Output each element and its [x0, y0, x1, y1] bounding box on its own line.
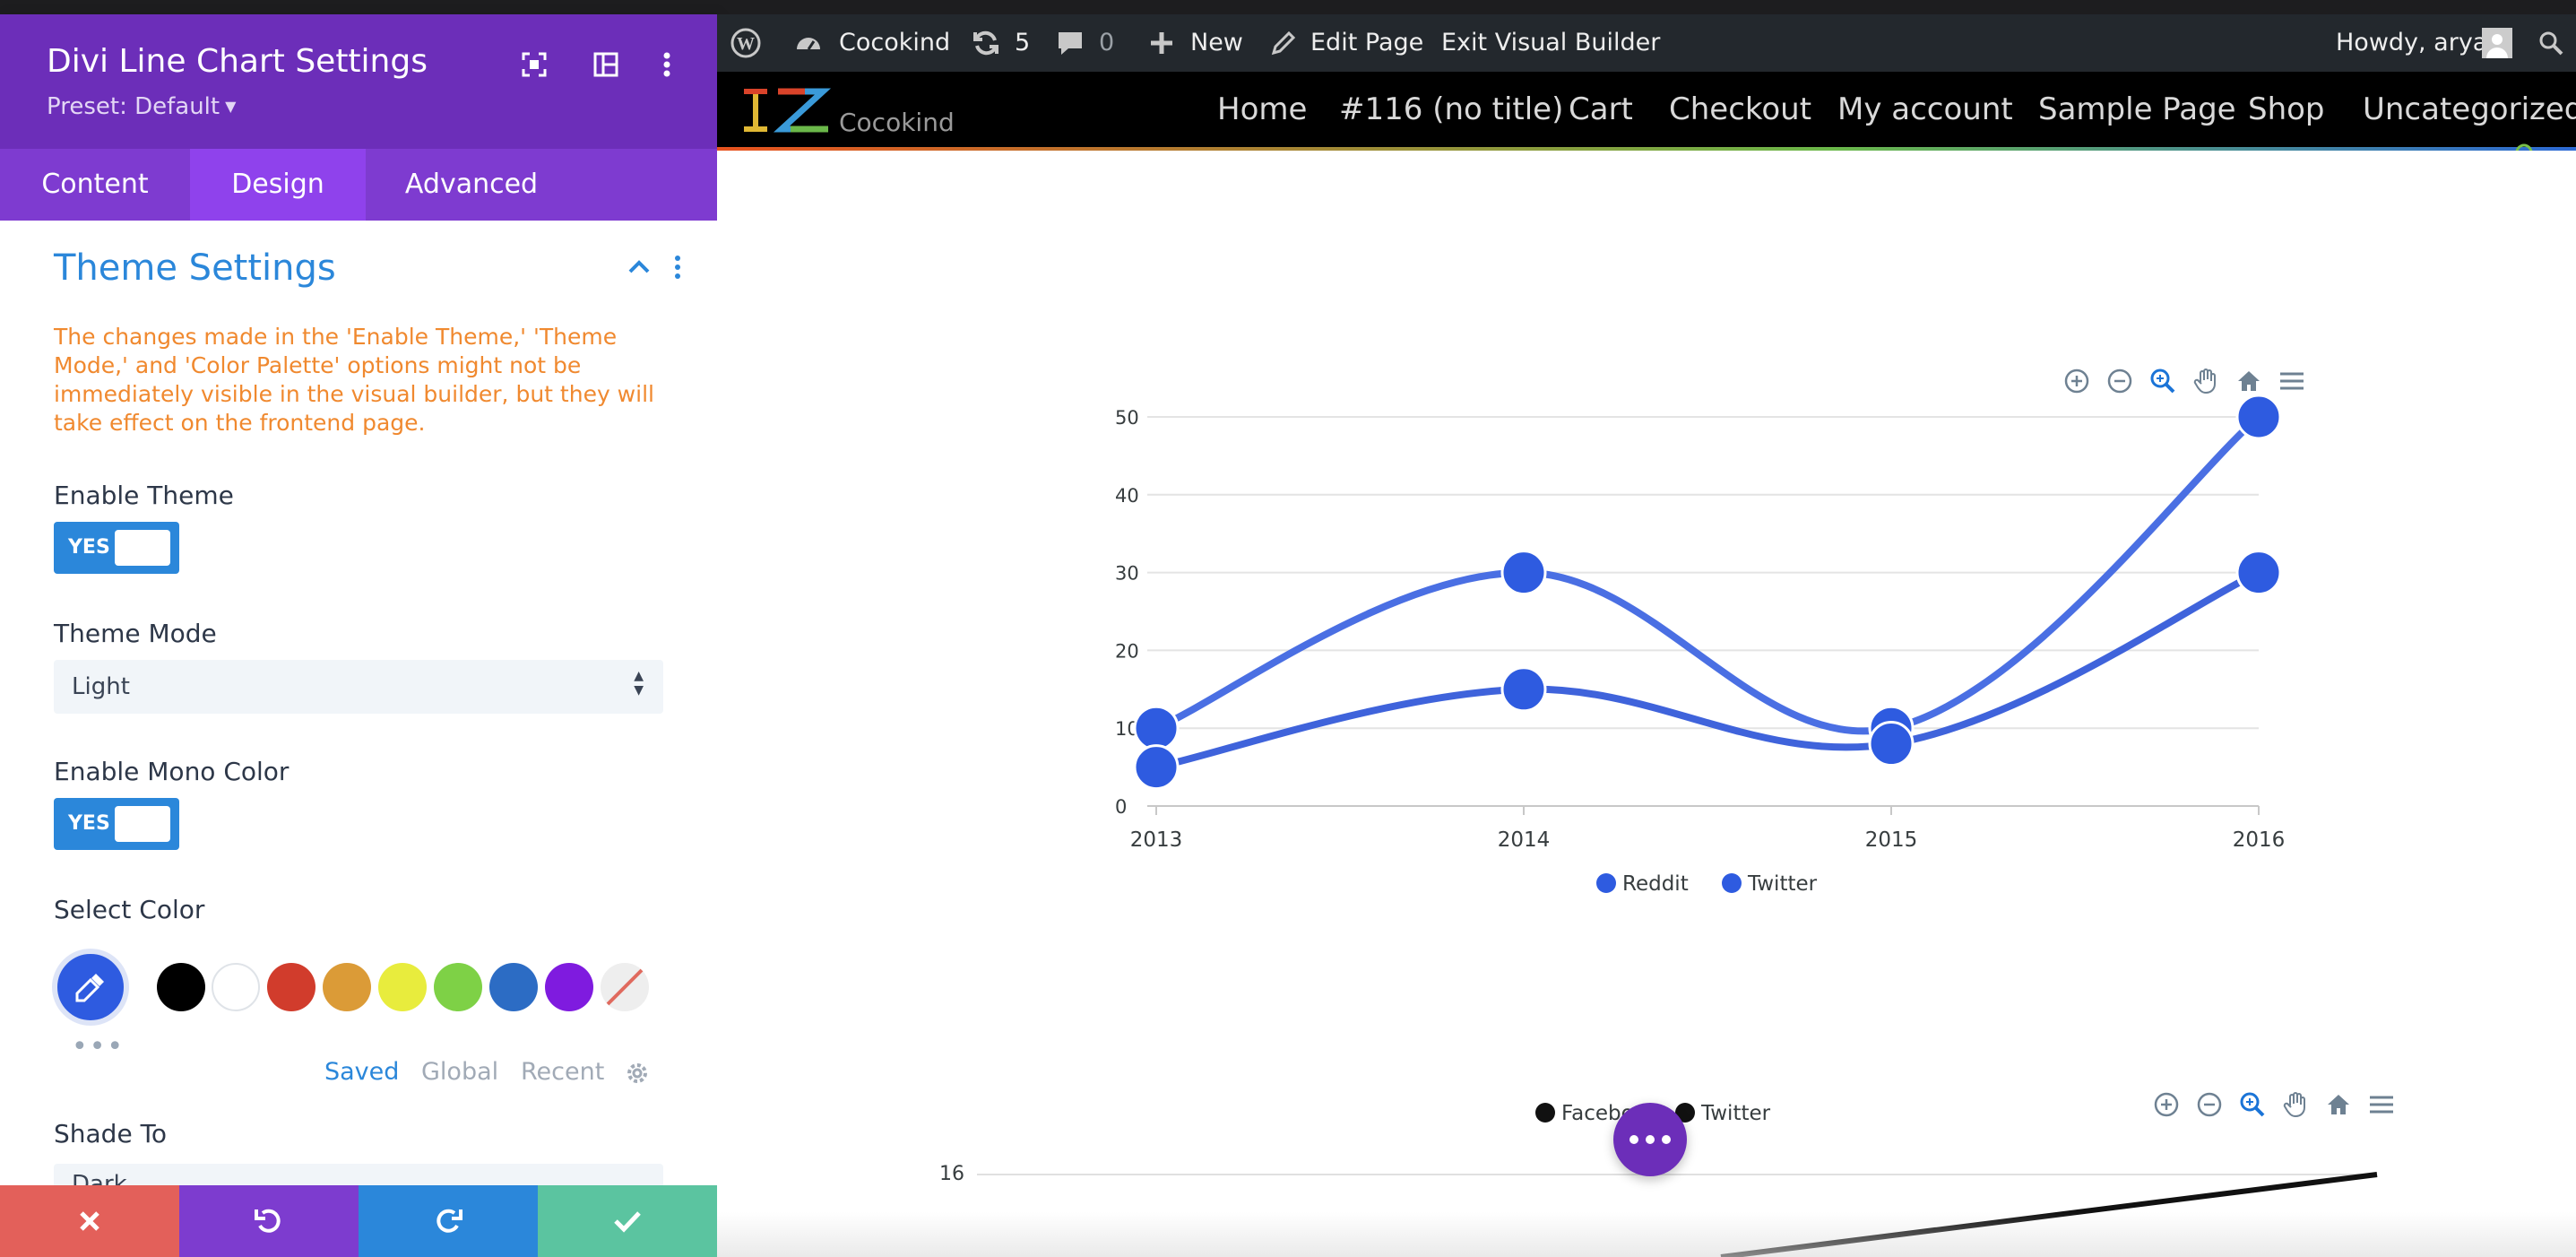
undo-icon [255, 1209, 281, 1233]
enable-theme-toggle[interactable]: YES [54, 522, 179, 574]
check-icon [614, 1211, 641, 1233]
browser-top-strip [0, 0, 2576, 14]
dashboard-icon [792, 27, 825, 59]
updates-count[interactable]: 5 [1015, 14, 1030, 72]
palette-tab-recent[interactable]: Recent [521, 1058, 604, 1086]
site-logo[interactable] [737, 84, 835, 134]
redo-button[interactable] [359, 1185, 538, 1257]
swatch-purple[interactable] [545, 963, 593, 1011]
theme-mode-value: Light [72, 673, 130, 700]
swatch-blue[interactable] [489, 963, 538, 1011]
swatch-white[interactable] [212, 963, 260, 1011]
nav-item-my-account[interactable]: My account [1837, 91, 2013, 127]
toggle-knob [115, 530, 170, 566]
nav-item-cart[interactable]: Cart [1569, 91, 1633, 127]
nav-item-shop[interactable]: Shop [2248, 91, 2325, 127]
tab-advanced[interactable]: Advanced [366, 149, 577, 221]
toggle-state: YES [68, 536, 110, 559]
edit-page-link[interactable]: Edit Page [1310, 14, 1423, 72]
page-content: 0 10 20 30 40 50 2013 2014 2015 2016 Reddit Twitt… [717, 151, 2576, 1257]
chevron-up-icon[interactable] [627, 258, 651, 278]
save-button[interactable] [538, 1185, 717, 1257]
settings-panel: Divi Line Chart Settings Preset: Default… [0, 14, 717, 1257]
close-icon [80, 1211, 99, 1231]
swatch-green[interactable] [434, 963, 482, 1011]
eyedropper-button[interactable] [52, 949, 129, 1026]
swatch-red[interactable] [267, 963, 316, 1011]
wordpress-logo-icon[interactable]: W [730, 27, 762, 59]
nav-item-no-title[interactable]: #116 (no title) [1339, 91, 1563, 127]
shade-to-label: Shade To [54, 1119, 168, 1149]
line-chart-2: Facebook Twitter 16 [939, 1102, 2378, 1257]
toggle-knob [115, 806, 170, 842]
select-color-label: Select Color [54, 895, 205, 924]
palette-tab-saved[interactable]: Saved [324, 1058, 399, 1086]
palette-tab-global[interactable]: Global [421, 1058, 498, 1086]
swatch-none[interactable] [601, 963, 649, 1011]
expand-icon[interactable] [516, 47, 552, 82]
cancel-button[interactable] [0, 1185, 179, 1257]
tab-content[interactable]: Content [0, 149, 190, 221]
eyedropper-icon [75, 974, 104, 1002]
chart-2-legend-marker[interactable] [1535, 1103, 1555, 1123]
more-dots-icon[interactable]: ••• [72, 1031, 125, 1062]
tab-design[interactable]: Design [190, 149, 366, 221]
builder-more-button[interactable] [1613, 1103, 1687, 1176]
comments-icon [1054, 27, 1086, 59]
pencil-icon [1267, 27, 1300, 59]
enable-theme-label: Enable Theme [54, 481, 234, 510]
panel-header: Divi Line Chart Settings Preset: Default… [0, 14, 717, 149]
split-view-icon[interactable] [588, 47, 624, 82]
avatar[interactable] [2481, 27, 2513, 59]
swatch-orange[interactable] [323, 963, 371, 1011]
chart-2-legend-label[interactable]: Twitter [1700, 1102, 1771, 1125]
nav-item-checkout[interactable]: Checkout [1669, 91, 1811, 127]
section-more-icon[interactable] [674, 255, 681, 283]
nav-item-uncategorized[interactable]: Uncategorized [2363, 91, 2576, 127]
updates-icon [970, 27, 1002, 59]
select-arrows-icon: ▲ ▼ [634, 669, 644, 698]
wp-admin-bar: W Cocokind 5 0 New Edit Page Exit Visual… [717, 14, 2576, 72]
panel-tabs: Content Design Advanced [0, 149, 717, 221]
toggle-state: YES [68, 812, 110, 835]
theme-mode-label: Theme Mode [54, 619, 217, 648]
nav-item-sample-page[interactable]: Sample Page [2038, 91, 2236, 127]
preset-dropdown[interactable]: Preset: Default ▼ [47, 93, 236, 120]
svg-text:W: W [737, 34, 755, 54]
site-header: Cocokind Home #116 (no title) Cart Check… [717, 72, 2576, 151]
howdy-user[interactable]: Howdy, arya [2336, 14, 2487, 72]
gear-icon[interactable] [624, 1060, 651, 1090]
caret-down-icon: ▼ [225, 98, 237, 115]
theme-mode-select[interactable]: Light ▲ ▼ [54, 660, 663, 714]
panel-footer [0, 1185, 717, 1257]
preset-label: Preset: Default [47, 93, 220, 120]
site-name: Cocokind [839, 108, 955, 137]
chart-2-y-tick-label: 16 [939, 1163, 964, 1185]
exit-visual-builder-link[interactable]: Exit Visual Builder [1441, 14, 1660, 72]
enable-mono-color-label: Enable Mono Color [54, 757, 290, 786]
enable-mono-color-toggle[interactable]: YES [54, 798, 179, 850]
theme-warning-text: The changes made in the 'Enable Theme,' … [54, 324, 654, 436]
admin-bar-new[interactable]: New [1190, 14, 1243, 72]
redo-icon [437, 1209, 462, 1233]
comments-count[interactable]: 0 [1099, 14, 1114, 72]
chart-2-series-line [1720, 1172, 2378, 1257]
more-options-icon[interactable] [649, 47, 685, 82]
admin-bar-site[interactable]: Cocokind [839, 14, 950, 72]
swatch-black[interactable] [157, 963, 205, 1011]
undo-button[interactable] [179, 1185, 359, 1257]
section-title[interactable]: Theme Settings [54, 247, 336, 289]
search-icon[interactable] [2535, 27, 2567, 59]
nav-item-home[interactable]: Home [1217, 91, 1307, 127]
plus-icon [1145, 27, 1178, 59]
panel-title: Divi Line Chart Settings [47, 43, 428, 80]
swatch-yellow[interactable] [378, 963, 427, 1011]
